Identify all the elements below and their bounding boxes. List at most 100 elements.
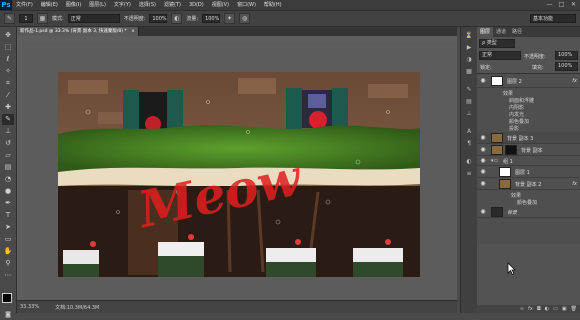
clone-source-panel-icon[interactable]: ⊥: [464, 109, 474, 118]
layer-row[interactable]: ◉ 背景 副本: [477, 144, 580, 156]
menu-window[interactable]: 窗口(W): [233, 0, 260, 10]
menu-layer[interactable]: 图层(L): [85, 0, 110, 10]
color-swatches[interactable]: [2, 293, 16, 307]
new-group-icon[interactable]: ▭: [553, 305, 558, 313]
actions-panel-icon[interactable]: ▶: [464, 43, 474, 52]
layer-name[interactable]: 背景 副本 2: [515, 181, 541, 188]
menu-image[interactable]: 图像(I): [62, 0, 85, 10]
swatches-panel-icon[interactable]: ▦: [464, 67, 474, 76]
tab-layers[interactable]: 图层: [477, 27, 494, 37]
brush-presets-panel-icon[interactable]: ▤: [464, 97, 474, 106]
tab-channels[interactable]: 通道: [493, 27, 509, 37]
layer-filter-select[interactable]: ρ 类型: [479, 39, 515, 48]
close-tab-icon[interactable]: ×: [131, 29, 135, 34]
menu-file[interactable]: 文件(F): [12, 0, 37, 10]
canvas-area[interactable]: Meow: [23, 42, 457, 300]
layer-name[interactable]: 背景 副本 3: [507, 135, 533, 142]
effects-label[interactable]: 效果: [503, 90, 513, 97]
pen-tool-icon[interactable]: ✒: [2, 198, 14, 209]
lasso-tool-icon[interactable]: ℓ: [2, 54, 14, 65]
path-select-tool-icon[interactable]: ➤: [2, 222, 14, 233]
document-canvas[interactable]: Meow: [58, 72, 420, 277]
visibility-eye-icon[interactable]: ◉: [479, 134, 487, 141]
dodge-tool-icon[interactable]: ●: [2, 186, 14, 197]
eyedropper-tool-icon[interactable]: ⁄: [2, 90, 14, 101]
crop-tool-icon[interactable]: ⌗: [2, 78, 14, 89]
quick-mask-icon[interactable]: ◙: [2, 309, 14, 320]
foreground-color-swatch[interactable]: [2, 293, 12, 303]
effect-item[interactable]: 投影: [509, 125, 519, 132]
layer-group-row[interactable]: ◉ ▾▭ 组 1: [477, 156, 580, 166]
brush-size-picker[interactable]: 1: [19, 14, 33, 23]
menu-type[interactable]: 文字(Y): [110, 0, 135, 10]
history-brush-tool-icon[interactable]: ↺: [2, 138, 14, 149]
menu-3d[interactable]: 3D(D): [185, 0, 208, 10]
effect-item[interactable]: 颜色叠加: [517, 199, 537, 206]
visibility-eye-icon[interactable]: ◉: [479, 146, 487, 153]
document-size[interactable]: 文档:10.3M/64.3M: [55, 304, 99, 311]
healing-brush-tool-icon[interactable]: ✚: [2, 102, 14, 113]
effect-item[interactable]: 颜色叠加: [509, 118, 529, 125]
adjustment-layer-icon[interactable]: ◐: [545, 305, 549, 313]
layer-mask-thumbnail[interactable]: [505, 145, 517, 155]
history-panel-icon[interactable]: ⌛: [464, 31, 474, 40]
panel-opacity-input[interactable]: 100%: [555, 51, 578, 60]
effect-item[interactable]: 内阴影: [509, 104, 524, 111]
fx-badge[interactable]: fx: [572, 78, 577, 84]
menu-edit[interactable]: 编辑(E): [37, 0, 62, 10]
visibility-eye-icon[interactable]: ◉: [479, 168, 487, 175]
tab-document[interactable]: 新作品-1.psd @ 33.3% (背景 副本 3, 快速蒙版/8) * ×: [17, 27, 139, 36]
type-tool-icon[interactable]: T: [2, 210, 14, 221]
airbrush-icon[interactable]: ✦: [224, 13, 236, 24]
menu-help[interactable]: 帮助(H): [260, 0, 286, 10]
workspace-select[interactable]: 基本功能: [530, 14, 576, 23]
visibility-eye-icon[interactable]: ◉: [479, 208, 487, 215]
link-layers-icon[interactable]: ∞: [520, 305, 524, 313]
flow-input[interactable]: 100%: [202, 14, 221, 23]
delete-layer-icon[interactable]: 🗑: [571, 305, 577, 313]
add-style-icon[interactable]: fx: [528, 305, 533, 313]
layer-row[interactable]: ◉ 背景 副本 2 fx: [477, 178, 580, 190]
minimize-button[interactable]: —: [545, 1, 554, 8]
layer-row[interactable]: ◉ 图层 2 fx: [477, 74, 580, 88]
adjustments-panel-icon[interactable]: ◐: [464, 157, 474, 166]
add-mask-icon[interactable]: ◘: [537, 305, 541, 313]
layer-row[interactable]: ◉ 图层 1: [477, 166, 580, 178]
gradient-tool-icon[interactable]: ▤: [2, 162, 14, 173]
layer-name[interactable]: 图层 2: [507, 78, 522, 85]
layer-row[interactable]: ◉ 背景: [477, 206, 580, 218]
layer-name[interactable]: 图层 1: [515, 169, 530, 176]
visibility-eye-icon[interactable]: ◉: [479, 157, 487, 164]
character-panel-icon[interactable]: A: [464, 127, 474, 136]
brush-tool-icon[interactable]: ✎: [2, 114, 14, 125]
clone-stamp-tool-icon[interactable]: ⊥: [2, 126, 14, 137]
menu-view[interactable]: 视图(V): [208, 0, 233, 10]
layer-name[interactable]: 背景: [507, 209, 517, 216]
zoom-tool-icon[interactable]: ⚲: [2, 258, 14, 269]
visibility-eye-icon[interactable]: ◉: [479, 180, 487, 187]
effect-item[interactable]: 内发光: [509, 111, 524, 118]
blur-tool-icon[interactable]: ◔: [2, 174, 14, 185]
layer-name[interactable]: 背景 副本: [521, 147, 543, 154]
paragraph-panel-icon[interactable]: ¶: [464, 139, 474, 148]
menu-select[interactable]: 选择(S): [135, 0, 160, 10]
shape-tool-icon[interactable]: ▭: [2, 234, 14, 245]
eraser-tool-icon[interactable]: ▱: [2, 150, 14, 161]
visibility-eye-icon[interactable]: ◉: [479, 77, 487, 84]
hand-tool-icon[interactable]: ✋: [2, 246, 14, 257]
pressure-opacity-icon[interactable]: ◐: [171, 13, 183, 24]
color-panel-icon[interactable]: ◑: [464, 55, 474, 64]
fx-badge[interactable]: fx: [572, 181, 577, 187]
brush-tool-icon[interactable]: ✎: [4, 13, 15, 24]
tab-paths[interactable]: 路径: [509, 27, 525, 37]
menu-filter[interactable]: 滤镜(T): [160, 0, 185, 10]
new-layer-icon[interactable]: ▣: [562, 305, 567, 313]
blend-mode-select[interactable]: 正常: [479, 51, 521, 60]
properties-panel-icon[interactable]: ≡: [464, 169, 474, 178]
brush-panel-icon[interactable]: ▦: [37, 13, 48, 24]
opacity-input[interactable]: 100%: [149, 14, 168, 23]
effect-item[interactable]: 斜面和浮雕: [509, 97, 534, 104]
layer-row[interactable]: ◉ 背景 副本 3: [477, 132, 580, 144]
fill-input[interactable]: 100%: [555, 62, 578, 71]
mode-select[interactable]: 正常: [67, 14, 120, 23]
